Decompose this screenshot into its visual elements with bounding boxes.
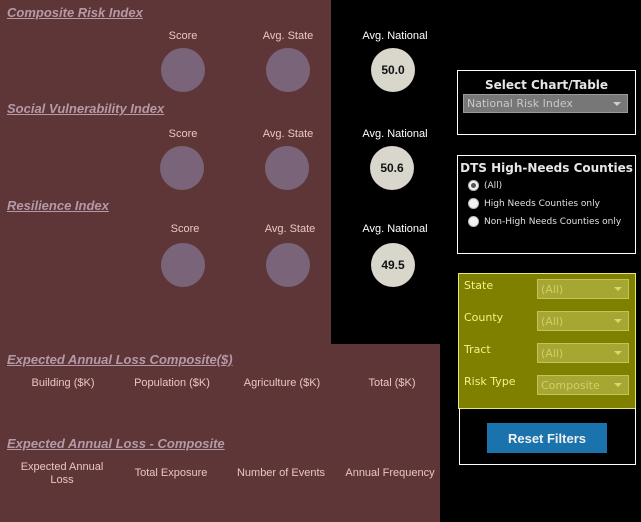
risk-type-filter-value: Composite (541, 378, 600, 392)
select-chart-title: Select Chart/Table (484, 78, 609, 92)
filter-panel: State (All) County (All) Tract (All) Ris… (458, 273, 636, 409)
county-filter-dropdown[interactable]: (All) (537, 311, 629, 331)
radio-unselected-icon[interactable] (468, 216, 479, 227)
chevron-down-icon (613, 101, 621, 106)
social-vulnerability-index-title: Social Vulnerability Index (7, 101, 165, 116)
eal-number-of-events-header: Number of Events (236, 467, 326, 479)
eal-population-header: Population ($K) (134, 377, 210, 389)
radio-label: Non-High Needs Counties only (484, 216, 622, 227)
state-filter-dropdown[interactable]: (All) (537, 279, 629, 299)
resilience-avg-national-label: Avg. National (362, 223, 428, 235)
radio-label: High Needs Counties only (484, 198, 600, 209)
composite-avg-state-circle (266, 48, 310, 92)
composite-score-circle (161, 48, 205, 92)
high-needs-counties-panel: DTS High-Needs Counties (All) High Needs… (457, 155, 636, 254)
select-chart-dropdown[interactable]: National Risk Index (463, 94, 628, 113)
social-avg-national-label: Avg. National (362, 128, 428, 140)
chevron-down-icon (614, 287, 622, 291)
eal-annual-frequency-header: Annual Frequency (345, 467, 435, 479)
composite-avg-national-label: Avg. National (362, 30, 428, 42)
social-score-label: Score (168, 128, 198, 140)
county-filter-value: (All) (541, 314, 564, 328)
high-needs-counties-title: DTS High-Needs Counties (460, 161, 633, 175)
composite-avg-state-label: Avg. State (262, 30, 314, 42)
risk-type-filter-dropdown[interactable]: Composite (537, 375, 629, 395)
composite-risk-index-title: Composite Risk Index (7, 5, 143, 20)
social-avg-state-circle (265, 146, 309, 190)
resilience-avg-state-circle (266, 243, 310, 287)
resilience-score-label: Score (170, 223, 200, 235)
chevron-down-icon (614, 383, 622, 387)
eal-composite-dollars-title: Expected Annual Loss Composite($) (7, 352, 233, 367)
resilience-avg-national-circle: 49.5 (371, 243, 415, 287)
radio-option-high-needs-only[interactable]: High Needs Counties only (468, 198, 600, 209)
expected-annual-loss-panel (0, 344, 440, 522)
select-chart-value: National Risk Index (467, 97, 573, 110)
tract-filter-value: (All) (541, 346, 564, 360)
tract-filter-label: Tract (464, 343, 491, 356)
radio-option-non-high-needs-only[interactable]: Non-High Needs Counties only (468, 216, 621, 227)
eal-building-header: Building ($K) (31, 377, 95, 389)
social-avg-state-label: Avg. State (262, 128, 314, 140)
eal-composite-title: Expected Annual Loss - Composite (7, 436, 225, 451)
state-filter-value: (All) (541, 282, 564, 296)
reset-filters-button[interactable]: Reset Filters (487, 423, 607, 453)
state-filter-label: State (464, 279, 494, 292)
resilience-index-title: Resilience Index (7, 198, 109, 213)
eal-agriculture-header: Agriculture ($K) (243, 377, 321, 389)
eal-expected-annual-loss-header: Expected Annual Loss (20, 461, 104, 486)
radio-label: (All) (484, 180, 503, 191)
tract-filter-dropdown[interactable]: (All) (537, 343, 629, 363)
resilience-avg-state-label: Avg. State (264, 223, 316, 235)
composite-avg-national-circle: 50.0 (371, 48, 415, 92)
county-filter-label: County (464, 311, 504, 324)
radio-unselected-icon[interactable] (468, 198, 479, 209)
radio-selected-icon[interactable] (468, 180, 479, 191)
risk-type-filter-label: Risk Type (464, 375, 516, 388)
eal-total-header: Total ($K) (368, 377, 416, 389)
chevron-down-icon (614, 319, 622, 323)
select-chart-panel: Select Chart/Table National Risk Index (457, 70, 636, 135)
radio-option-all[interactable]: (All) (468, 180, 502, 191)
composite-score-label: Score (168, 30, 198, 42)
eal-total-exposure-header: Total Exposure (134, 467, 208, 479)
social-score-circle (160, 146, 204, 190)
social-avg-national-circle: 50.6 (370, 146, 414, 190)
chevron-down-icon (614, 351, 622, 355)
resilience-score-circle (161, 243, 205, 287)
